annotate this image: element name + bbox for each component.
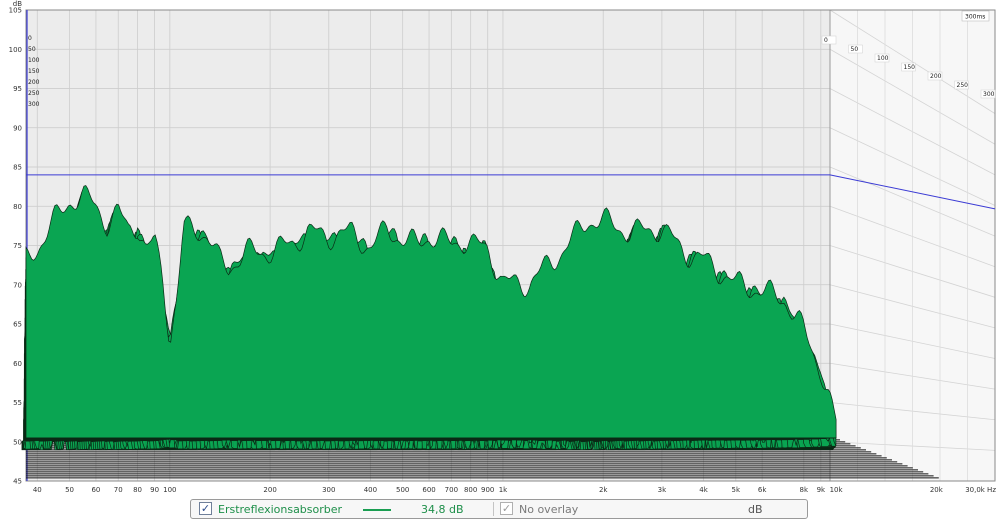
y-tick-label: 95 xyxy=(13,85,22,93)
measurement-name[interactable]: Erstreflexionsabsorber xyxy=(218,503,342,516)
x-tick-label: 900 xyxy=(481,486,494,494)
x-tick-label: 60 xyxy=(91,486,100,494)
legend-bar: ✓ Erstreflexionsabsorber 34,8 dB ✓ No ov… xyxy=(190,499,808,519)
y-tick-label: 90 xyxy=(13,124,22,132)
y-tick-label: 85 xyxy=(13,164,22,172)
x-tick-label: 200 xyxy=(263,486,276,494)
time-label-left: 50 xyxy=(28,46,36,53)
x-tick-label: 50 xyxy=(65,486,74,494)
legend-separator xyxy=(493,502,494,516)
x-tick-label: 80 xyxy=(133,486,142,494)
measurement-level: 34,8 dB xyxy=(421,503,464,516)
time-label-diagonal: 300 xyxy=(983,91,995,98)
y-tick-label: 100 xyxy=(9,46,22,54)
y-tick-label: 50 xyxy=(13,438,22,446)
x-tick-label: 3k xyxy=(658,486,667,494)
time-label-diagonal: 150 xyxy=(904,64,916,71)
x-tick-label: 4k xyxy=(699,486,708,494)
x-tick-label: 600 xyxy=(422,486,435,494)
overlay-checkbox[interactable]: ✓ xyxy=(500,502,513,515)
waterfall-plot[interactable]: 105 100 95 90 85 80 75 70 65 60 55 50 45 dB 40 50 60 70 80… xyxy=(0,0,1000,495)
time-label-left: 250 xyxy=(28,90,40,97)
x-tick-label: 40 xyxy=(33,486,42,494)
x-tick-label: 8k xyxy=(800,486,809,494)
time-label-left: 0 xyxy=(28,35,32,42)
x-tick-label: 9k xyxy=(817,486,826,494)
x-tick-label: 20k xyxy=(930,486,944,494)
x-tick-label: 5k xyxy=(732,486,741,494)
time-label-left: 150 xyxy=(28,68,40,75)
time-label-diagonal: 250 xyxy=(957,82,969,89)
x-tick-label: 70 xyxy=(114,486,123,494)
x-tick-label: 30,0k Hz xyxy=(965,486,996,494)
y-unit-label: dB xyxy=(13,0,22,8)
time-label-left: 100 xyxy=(28,57,40,64)
x-axis: 40 50 60 70 80 90 100 200 300 400 500 600 700 800 900 1… xyxy=(33,486,996,494)
y-tick-label: 60 xyxy=(13,360,22,368)
waterfall-chart[interactable]: 1051009590858075706560555045dB40 50 60 70 80… xyxy=(0,0,1000,495)
y-tick-label: 75 xyxy=(13,242,22,250)
y-axis: 1051009590858075706560555045dB xyxy=(9,0,23,486)
y-tick-label: 80 xyxy=(13,203,22,211)
time-label-left: 300 xyxy=(28,101,40,108)
x-tick-label: 400 xyxy=(364,486,377,494)
y-tick-label: 55 xyxy=(13,399,22,407)
x-tick-label: 90 xyxy=(150,486,159,494)
time-label-diagonal: 50 xyxy=(851,46,859,53)
x-tick-label: 2k xyxy=(599,486,608,494)
time-label-diagonal: 100 xyxy=(877,55,889,62)
y-tick-label: 70 xyxy=(13,281,22,289)
y-tick-label: 45 xyxy=(13,478,22,486)
measurement-line-swatch xyxy=(363,509,391,511)
x-tick-label: 6k xyxy=(758,486,767,494)
time-label-diagonal: 200 xyxy=(930,73,942,80)
x-tick-label: 10k xyxy=(830,486,844,494)
x-tick-label: 1k xyxy=(499,486,508,494)
legend-unit: dB xyxy=(748,503,763,516)
x-tick-label: 700 xyxy=(445,486,458,494)
x-tick-label: 300 xyxy=(322,486,335,494)
x-tick-label: 100 xyxy=(163,486,176,494)
time-label-left: 200 xyxy=(28,79,40,86)
measurement-checkbox[interactable]: ✓ xyxy=(199,502,212,515)
x-tick-label: 800 xyxy=(464,486,477,494)
x-tick-label: 500 xyxy=(396,486,409,494)
y-tick-label: 65 xyxy=(13,321,22,329)
time-label-diagonal: 0 xyxy=(824,37,828,44)
time-end-label: 300ms xyxy=(965,14,985,21)
overlay-label[interactable]: No overlay xyxy=(519,503,578,516)
